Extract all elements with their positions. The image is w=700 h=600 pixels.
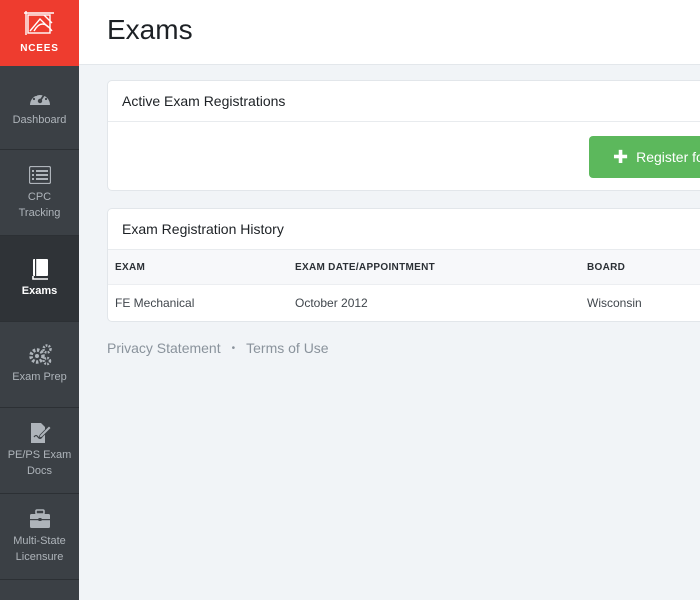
card-title: Exam Registration History — [108, 209, 700, 250]
register-button-label: Register fo — [636, 149, 700, 165]
cell-exam-date: October 2012 — [295, 296, 368, 310]
register-button[interactable]: ✚ Register fo — [589, 136, 700, 178]
active-registrations-card: Active Exam Registrations ✚ Register fo — [107, 80, 700, 191]
document-edit-icon — [29, 422, 51, 444]
logo-text: NCEES — [20, 43, 59, 54]
sidebar-item-label: Dashboard — [12, 114, 67, 126]
table-header: EXAM EXAM DATE/APPOINTMENT BOARD — [108, 250, 700, 285]
sidebar-item-exam-prep[interactable]: Exam Prep — [0, 322, 79, 408]
ncees-logo-icon — [23, 11, 54, 35]
column-header-exam-date[interactable]: EXAM DATE/APPOINTMENT — [295, 250, 435, 284]
book-icon — [31, 258, 49, 280]
cell-exam: FE Mechanical — [115, 296, 195, 310]
card-title: Active Exam Registrations — [108, 81, 700, 122]
briefcase-icon — [29, 508, 51, 530]
sidebar-item-label: PE/PS Exam Docs — [7, 449, 72, 477]
column-header-exam[interactable]: EXAM — [115, 250, 145, 284]
ncees-logo[interactable]: NCEES — [0, 0, 79, 66]
footer: Privacy Statement • Terms of Use — [107, 340, 329, 356]
terms-of-use-link[interactable]: Terms of Use — [246, 340, 328, 356]
cell-board: Wisconsin — [587, 296, 642, 310]
page-header: Exams — [79, 0, 700, 65]
sidebar-item-exams[interactable]: Exams — [0, 236, 79, 322]
app: NCEES Dashboard CPC Tracking Exams Exam … — [0, 0, 700, 600]
page-title: Exams — [107, 14, 193, 45]
sidebar-item-label: Exams — [21, 285, 58, 297]
sidebar-item-pe-ps-exam-docs[interactable]: PE/PS Exam Docs — [0, 408, 79, 494]
footer-separator: • — [231, 342, 236, 354]
privacy-statement-link[interactable]: Privacy Statement — [107, 340, 221, 356]
sidebar: NCEES Dashboard CPC Tracking Exams Exam … — [0, 0, 79, 600]
column-header-board[interactable]: BOARD — [587, 250, 625, 284]
list-icon — [28, 164, 51, 186]
sidebar-item-multi-state-licensure[interactable]: Multi-State Licensure — [0, 494, 79, 580]
sidebar-item-label: Multi-State Licensure — [13, 535, 66, 563]
sidebar-item-cpc-tracking[interactable]: CPC Tracking — [0, 150, 79, 236]
sidebar-item-dashboard[interactable]: Dashboard — [0, 66, 79, 150]
dashboard-icon — [29, 87, 51, 109]
sidebar-item-label: Exam Prep — [12, 371, 67, 383]
gears-icon — [28, 344, 52, 366]
registration-history-card: Exam Registration History EXAM EXAM DATE… — [107, 208, 700, 322]
table-row[interactable]: FE Mechanical October 2012 Wisconsin — [108, 285, 700, 321]
sidebar-item-label: CPC Tracking — [18, 191, 61, 219]
plus-icon: ✚ — [613, 146, 629, 167]
